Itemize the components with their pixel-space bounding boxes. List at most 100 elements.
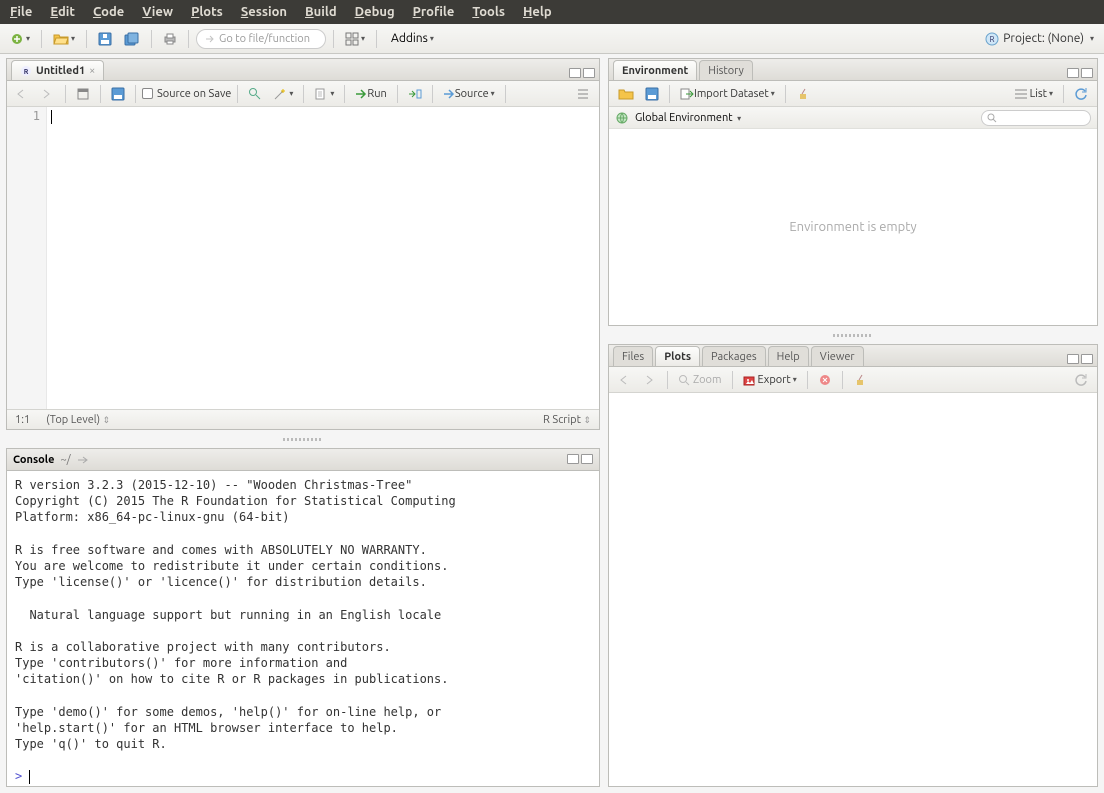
- plots-tabbar: Files Plots Packages Help Viewer: [609, 345, 1097, 367]
- addins-button[interactable]: Addins ▾: [384, 28, 441, 50]
- tab-help[interactable]: Help: [768, 346, 809, 366]
- refresh-plots-button[interactable]: [1070, 369, 1092, 391]
- source-statusbar: 1:1 (Top Level) ⇕ R Script ⇕: [7, 409, 599, 429]
- close-tab-button[interactable]: ×: [89, 65, 95, 77]
- forward-button[interactable]: [37, 83, 59, 105]
- print-button[interactable]: [159, 28, 181, 50]
- drag-handle-right[interactable]: [608, 332, 1098, 338]
- run-button[interactable]: Run: [351, 83, 390, 105]
- save-button[interactable]: [94, 28, 116, 50]
- plot-area: [609, 393, 1097, 786]
- source-toolbar: Source on Save ▾ ▾ Run Source ▾: [7, 81, 599, 107]
- console-header: Console ~/: [7, 449, 599, 471]
- env-tabbar: Environment History: [609, 59, 1097, 81]
- plot-zoom-button[interactable]: Zoom: [674, 369, 726, 391]
- source-button[interactable]: Source ▾: [439, 83, 499, 105]
- plot-forward-button[interactable]: [639, 369, 661, 391]
- source-on-save-label: Source on Save: [157, 88, 231, 100]
- goto-file-function-input[interactable]: Go to file/function: [196, 29, 326, 49]
- compile-button[interactable]: ▾: [310, 83, 338, 105]
- find-button[interactable]: [244, 83, 266, 105]
- menu-debug[interactable]: Debug: [355, 5, 395, 19]
- menu-build[interactable]: Build: [305, 5, 337, 19]
- save-all-button[interactable]: [120, 28, 144, 50]
- outline-button[interactable]: [572, 83, 594, 105]
- refresh-env-button[interactable]: [1070, 83, 1092, 105]
- console-prompt: >: [15, 769, 22, 783]
- maximize-env-button[interactable]: [1081, 68, 1093, 78]
- menu-edit[interactable]: Edit: [50, 5, 75, 19]
- svg-text:R: R: [990, 35, 995, 44]
- run-arrow-icon: [355, 88, 367, 100]
- goto-placeholder: Go to file/function: [219, 33, 310, 45]
- console-popout-icon[interactable]: [77, 455, 89, 465]
- rscript-icon: R: [20, 65, 32, 77]
- wand-button[interactable]: ▾: [269, 83, 297, 105]
- tab-viewer[interactable]: Viewer: [811, 346, 864, 366]
- open-file-button[interactable]: ▾: [49, 28, 79, 50]
- editor-code-area[interactable]: [47, 107, 599, 409]
- maximize-console-button[interactable]: [581, 454, 593, 464]
- menu-code[interactable]: Code: [93, 5, 124, 19]
- scope-selector[interactable]: (Top Level) ⇕: [46, 414, 110, 426]
- console-cwd: ~/: [60, 454, 70, 466]
- menu-view[interactable]: View: [142, 5, 173, 19]
- tab-files[interactable]: Files: [613, 346, 653, 366]
- import-dataset-button[interactable]: Import Dataset▾: [676, 83, 779, 105]
- plot-remove-button[interactable]: [814, 369, 836, 391]
- save-source-button[interactable]: [107, 83, 129, 105]
- plot-back-button[interactable]: [614, 369, 636, 391]
- env-scope-selector[interactable]: Global Environment ▾: [635, 112, 741, 124]
- rerun-button[interactable]: [404, 83, 426, 105]
- maximize-pane-button[interactable]: [583, 68, 595, 78]
- env-search-input[interactable]: [981, 110, 1091, 126]
- minimize-console-button[interactable]: [567, 454, 579, 464]
- svg-text:R: R: [24, 68, 29, 76]
- minimize-env-button[interactable]: [1067, 68, 1079, 78]
- show-in-new-window-button[interactable]: [72, 83, 94, 105]
- tab-environment[interactable]: Environment: [613, 60, 697, 80]
- tab-history[interactable]: History: [699, 60, 753, 80]
- editor-gutter: 1: [7, 107, 47, 409]
- search-icon: [987, 113, 997, 123]
- new-file-button[interactable]: ▾: [6, 28, 34, 50]
- clear-env-button[interactable]: [792, 83, 814, 105]
- menu-profile[interactable]: Profile: [413, 5, 455, 19]
- tab-packages[interactable]: Packages: [702, 346, 766, 366]
- project-selector[interactable]: R Project: (None) ▾: [981, 32, 1098, 46]
- lang-selector[interactable]: R Script ⇕: [543, 414, 591, 426]
- cursor-position: 1:1: [15, 414, 30, 426]
- menu-session[interactable]: Session: [241, 5, 287, 19]
- source-on-save-checkbox[interactable]: [142, 88, 153, 99]
- console-output[interactable]: R version 3.2.3 (2015-12-10) -- "Wooden …: [7, 471, 599, 786]
- console-title: Console: [13, 454, 54, 466]
- back-button[interactable]: [12, 83, 34, 105]
- menu-help[interactable]: Help: [523, 5, 552, 19]
- plot-clear-button[interactable]: [849, 369, 871, 391]
- console-pane: Console ~/ R version 3.2.3 (2015-12-10) …: [6, 448, 600, 787]
- plots-toolbar: Zoom Export▾: [609, 367, 1097, 393]
- goto-arrow-icon: [205, 34, 215, 44]
- tab-plots[interactable]: Plots: [655, 346, 700, 366]
- environment-pane: Environment History Import Dataset▾: [608, 58, 1098, 326]
- plot-export-button[interactable]: Export▾: [739, 369, 801, 391]
- drag-handle[interactable]: [6, 436, 600, 442]
- maximize-plots-button[interactable]: [1081, 354, 1093, 364]
- editor[interactable]: 1: [7, 107, 599, 409]
- load-workspace-button[interactable]: [614, 83, 638, 105]
- main-toolbar: ▾ ▾ Go to file/function ▾ Addins ▾ R Pro…: [0, 24, 1104, 54]
- source-on-save-toggle[interactable]: Source on Save: [142, 88, 231, 100]
- menu-file[interactable]: File: [10, 5, 32, 19]
- source-tab[interactable]: R Untitled1 ×: [11, 60, 104, 80]
- project-label: Project: (None): [1003, 32, 1084, 45]
- source-tabbar: R Untitled1 ×: [7, 59, 599, 81]
- minimize-plots-button[interactable]: [1067, 354, 1079, 364]
- save-workspace-button[interactable]: [641, 83, 663, 105]
- menu-plots[interactable]: Plots: [191, 5, 223, 19]
- project-icon: R: [985, 32, 999, 46]
- plots-pane: Files Plots Packages Help Viewer Zoom Ex…: [608, 344, 1098, 787]
- menu-tools[interactable]: Tools: [472, 5, 505, 19]
- grid-button[interactable]: ▾: [341, 28, 369, 50]
- view-mode-button[interactable]: List▾: [1011, 83, 1057, 105]
- minimize-pane-button[interactable]: [569, 68, 581, 78]
